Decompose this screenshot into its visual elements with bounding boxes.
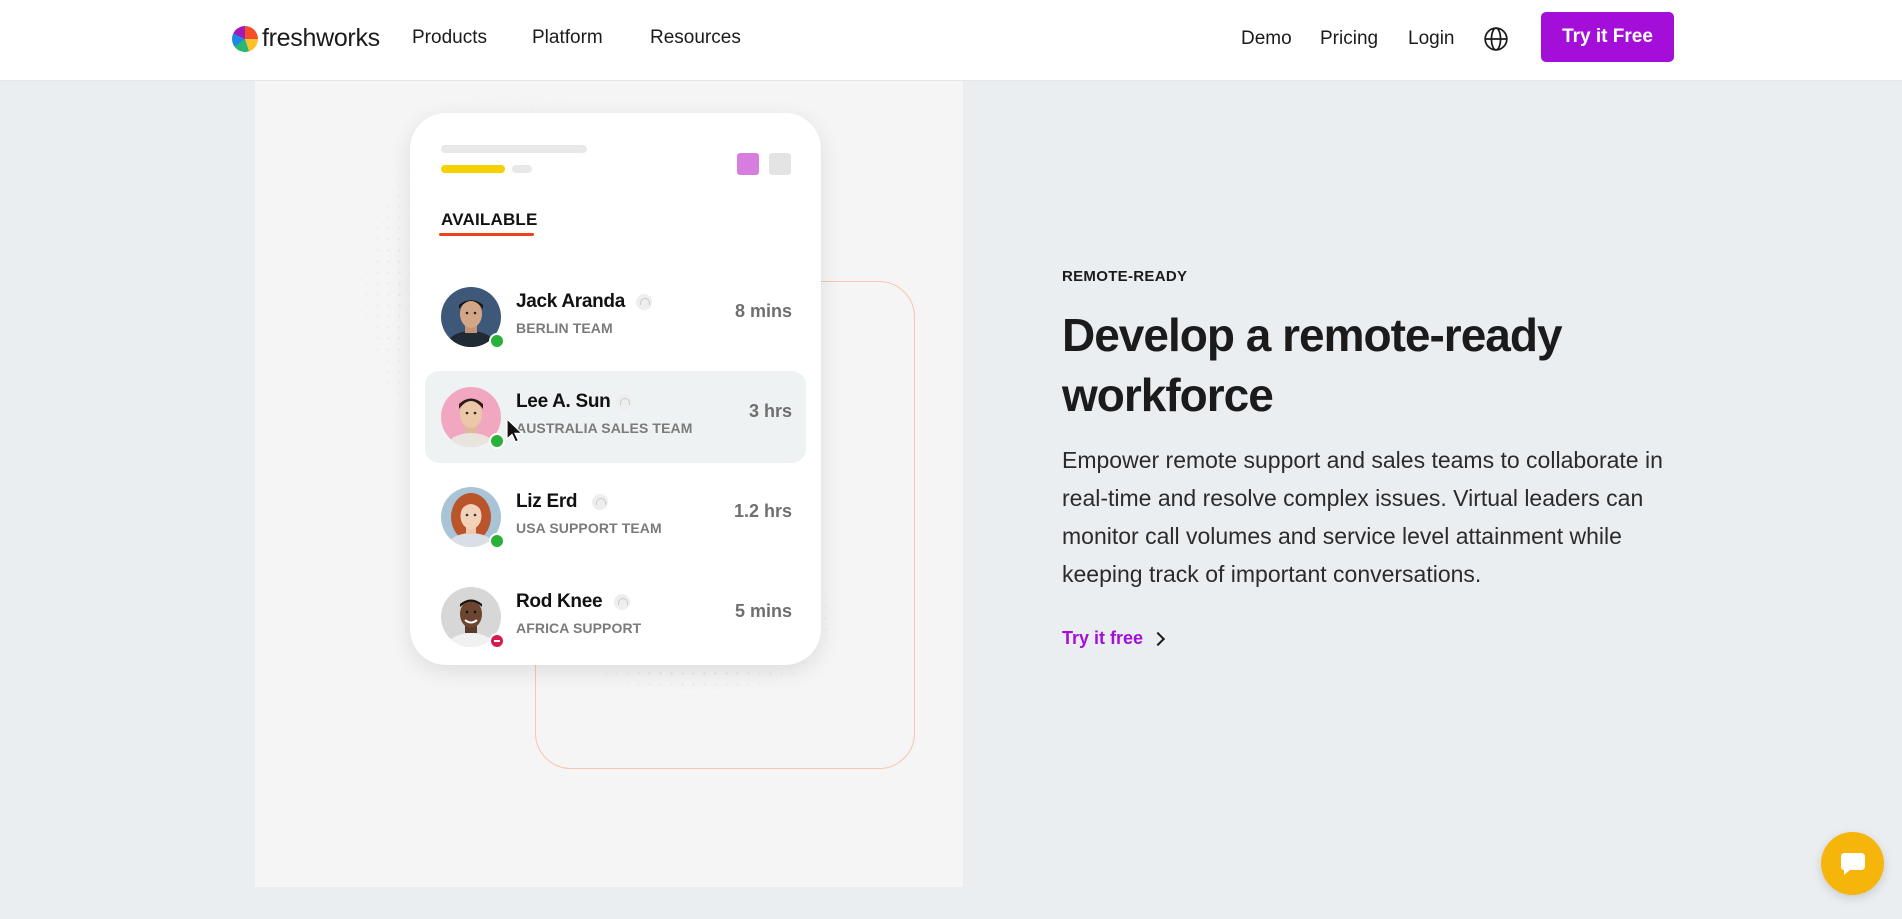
agent-availability-card: AVAILABLE Jack Aranda BERLIN TEAM 8 mins: [410, 113, 821, 665]
placeholder-bar: [441, 165, 505, 173]
agent-name: Lee A. Sun: [516, 391, 611, 412]
headset-icon: [616, 394, 632, 410]
agent-team: USA SUPPORT TEAM: [516, 520, 662, 536]
freshworks-logo-mark-icon: [232, 25, 258, 52]
nav-resources[interactable]: Resources: [650, 27, 741, 49]
agent-name: Liz Erd: [516, 491, 578, 512]
agent-team: AUSTRALIA SALES TEAM: [516, 420, 693, 436]
nav-pricing[interactable]: Pricing: [1320, 28, 1378, 50]
online-status-icon: [489, 433, 505, 449]
agent-row: Lee A. Sun AUSTRALIA SALES TEAM 3 hrs: [425, 371, 806, 463]
agent-team: AFRICA SUPPORT: [516, 620, 642, 636]
placeholder-bar: [441, 145, 587, 153]
tab-underline: [439, 233, 534, 236]
section-eyebrow: REMOTE-READY: [1062, 268, 1188, 285]
site-header: freshworks Products Platform Resources D…: [0, 0, 1902, 81]
available-tab: AVAILABLE: [441, 210, 538, 229]
section-body: Empower remote support and sales teams t…: [1062, 447, 1663, 587]
illustration-panel: AVAILABLE Jack Aranda BERLIN TEAM 8 mins: [255, 81, 963, 887]
chat-widget-button[interactable]: [1821, 832, 1884, 895]
agent-time: 8 mins: [734, 301, 792, 321]
nav-platform[interactable]: Platform: [532, 27, 603, 49]
agent-time: 1.2 hrs: [733, 501, 792, 521]
agent-name: Rod Knee: [516, 591, 603, 612]
view-toggle-square: [769, 153, 791, 175]
freshworks-logo[interactable]: freshworks: [232, 24, 380, 53]
try-it-free-link-label: Try it free: [1062, 628, 1144, 648]
agent-team: BERLIN TEAM: [516, 320, 613, 336]
section-headline: Develop a remote-ready workforce: [1062, 309, 1563, 421]
logo-text: freshworks: [262, 24, 380, 52]
view-toggle-square: [737, 153, 759, 175]
placeholder-bar: [512, 165, 532, 173]
agent-time: 3 hrs: [748, 401, 792, 421]
agent-time: 5 mins: [734, 601, 792, 621]
headset-icon: [636, 294, 652, 310]
try-it-free-button[interactable]: Try it Free: [1541, 12, 1674, 62]
chat-icon: [1840, 852, 1865, 875]
globe-icon[interactable]: [1483, 26, 1509, 52]
busy-status-icon: [489, 633, 505, 649]
headset-icon: [592, 494, 608, 510]
agent-row: Rod Knee AFRICA SUPPORT 5 mins: [425, 571, 806, 663]
chevron-right-icon: [1150, 631, 1166, 647]
nav-products[interactable]: Products: [412, 27, 487, 49]
headset-icon: [614, 594, 630, 610]
online-status-icon: [489, 333, 505, 349]
nav-demo[interactable]: Demo: [1241, 28, 1292, 50]
agent-row: Jack Aranda BERLIN TEAM 8 mins: [425, 271, 806, 363]
try-it-free-link[interactable]: Try it free: [1062, 628, 1166, 649]
online-status-icon: [489, 533, 505, 549]
agent-name: Jack Aranda: [516, 291, 626, 312]
mouse-cursor-icon: [506, 418, 524, 443]
nav-login[interactable]: Login: [1408, 28, 1455, 50]
agent-row: Liz Erd USA SUPPORT TEAM 1.2 hrs: [425, 471, 806, 563]
